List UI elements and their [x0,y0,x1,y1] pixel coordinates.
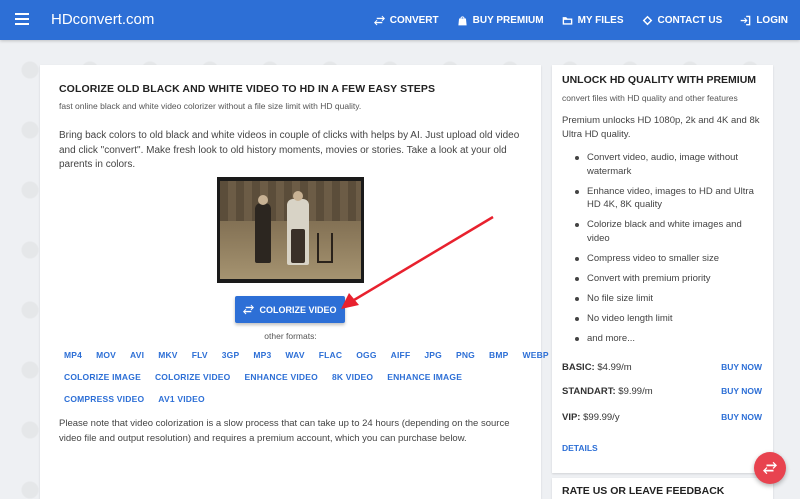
plan-price: $9.99/m [618,386,653,397]
nav-items: CONVERT BUY PREMIUM MY FILES CONTACT US … [356,0,788,40]
nav-contact-us[interactable]: CONTACT US [642,14,723,26]
format-link[interactable]: FLAC [319,350,342,360]
tool-link[interactable]: ENHANCE VIDEO [244,372,317,382]
format-link[interactable]: AVI [130,350,144,360]
premium-card: UNLOCK HD QUALITY WITH PREMIUM convert f… [552,65,773,473]
format-link[interactable]: WEBP [522,350,548,360]
plan-label: VIP: [562,412,581,423]
colorize-video-button[interactable]: COLORIZE VIDEO [235,296,345,323]
details-link[interactable]: DETAILS [562,443,598,453]
nav-convert[interactable]: CONVERT [373,14,439,26]
premium-subtitle: convert files with HD quality and other … [562,93,738,103]
tool-link[interactable]: COLORIZE IMAGE [64,372,141,382]
nav-login[interactable]: LOGIN [740,15,788,26]
format-link[interactable]: FLV [192,350,208,360]
convert-fab-button[interactable] [754,452,786,484]
format-link[interactable]: OGG [356,350,376,360]
tool-link[interactable]: ENHANCE IMAGE [387,372,462,382]
premium-features-list: Convert video, audio, image without wate… [562,151,767,352]
plan-vip: VIP: $99.99/y BUY NOW [562,412,762,423]
nav-convert-label: CONVERT [389,14,439,26]
format-link[interactable]: MP3 [253,350,271,360]
brand-logo[interactable]: HDconvert.com [51,11,154,28]
plan-label: BASIC: [562,362,595,373]
nav-buy-premium[interactable]: BUY PREMIUM [457,15,544,26]
premium-title: UNLOCK HD QUALITY WITH PREMIUM [562,74,757,86]
swap-icon [373,15,385,25]
plan-label: STANDART: [562,386,616,397]
bag-icon [458,15,467,25]
format-link[interactable]: MP4 [64,350,82,360]
format-link[interactable]: PNG [456,350,475,360]
plan-price: $99.99/y [583,412,620,423]
format-link[interactable]: MKV [158,350,178,360]
format-link[interactable]: JPG [424,350,442,360]
tool-link[interactable]: AV1 VIDEO [158,394,205,404]
format-link[interactable]: WAV [285,350,304,360]
nav-buy-premium-label: BUY PREMIUM [472,14,544,26]
buy-standart-button[interactable]: BUY NOW [721,386,762,396]
diamond-icon [642,15,652,25]
menu-icon[interactable] [15,13,29,25]
plan-price: $4.99/m [597,362,632,373]
list-item: and more... [562,332,767,346]
plan-basic: BASIC: $4.99/m BUY NOW [562,362,762,373]
list-item: Compress video to smaller size [562,252,767,266]
swap-icon [763,461,777,475]
nav-contact-us-label: CONTACT US [657,14,723,26]
top-navbar: HDconvert.com CONVERT BUY PREMIUM MY FIL… [0,0,800,40]
folder-icon [562,16,572,25]
tool-link[interactable]: COMPRESS VIDEO [64,394,144,404]
tool-links: COLORIZE IMAGE COLORIZE VIDEO ENHANCE VI… [64,372,476,382]
list-item: Colorize black and white images and vide… [562,218,767,245]
list-item: No video length limit [562,312,767,326]
format-link[interactable]: AIFF [391,350,411,360]
nav-my-files[interactable]: MY FILES [562,15,624,26]
colorize-video-button-label: COLORIZE VIDEO [259,304,337,315]
plan-standart: STANDART: $9.99/m BUY NOW [562,386,762,397]
nav-my-files-label: MY FILES [577,14,624,26]
nav-login-label: LOGIN [756,14,788,26]
premium-description: Premium unlocks HD 1080p, 2k and 4K and … [562,115,760,140]
buy-basic-button[interactable]: BUY NOW [721,362,762,372]
tool-link[interactable]: COLORIZE VIDEO [155,372,231,382]
annotation-arrow [341,215,494,309]
list-item: Convert with premium priority [562,272,767,286]
other-formats-label: other formats: [264,331,317,341]
colorize-card: COLORIZE OLD BLACK AND WHITE VIDEO TO HD… [40,65,549,499]
colorization-note: Please note that video colorization is a… [59,418,510,444]
list-item: No file size limit [562,292,767,306]
format-link[interactable]: MOV [96,350,116,360]
format-links: MP4 MOV AVI MKV FLV 3GP MP3 WAV FLAC OGG… [64,350,563,360]
tool-links-secondary: COMPRESS VIDEO AV1 VIDEO [64,394,219,404]
format-link[interactable]: 3GP [222,350,240,360]
format-link[interactable]: BMP [489,350,509,360]
tool-link[interactable]: 8K VIDEO [332,372,373,382]
page-description: Bring back colors to old black and white… [59,130,520,170]
login-icon [741,15,751,25]
buy-vip-button[interactable]: BUY NOW [721,412,762,422]
list-item: Convert video, audio, image without wate… [562,151,767,178]
list-item: Enhance video, images to HD and Ultra HD… [562,185,767,212]
swap-icon [243,304,255,315]
feedback-card: RATE US OR LEAVE FEEDBACK [552,478,773,499]
page-subtitle: fast online black and white video colori… [59,101,362,111]
feedback-title: RATE US OR LEAVE FEEDBACK [562,485,725,497]
page-title: COLORIZE OLD BLACK AND WHITE VIDEO TO HD… [59,83,436,95]
